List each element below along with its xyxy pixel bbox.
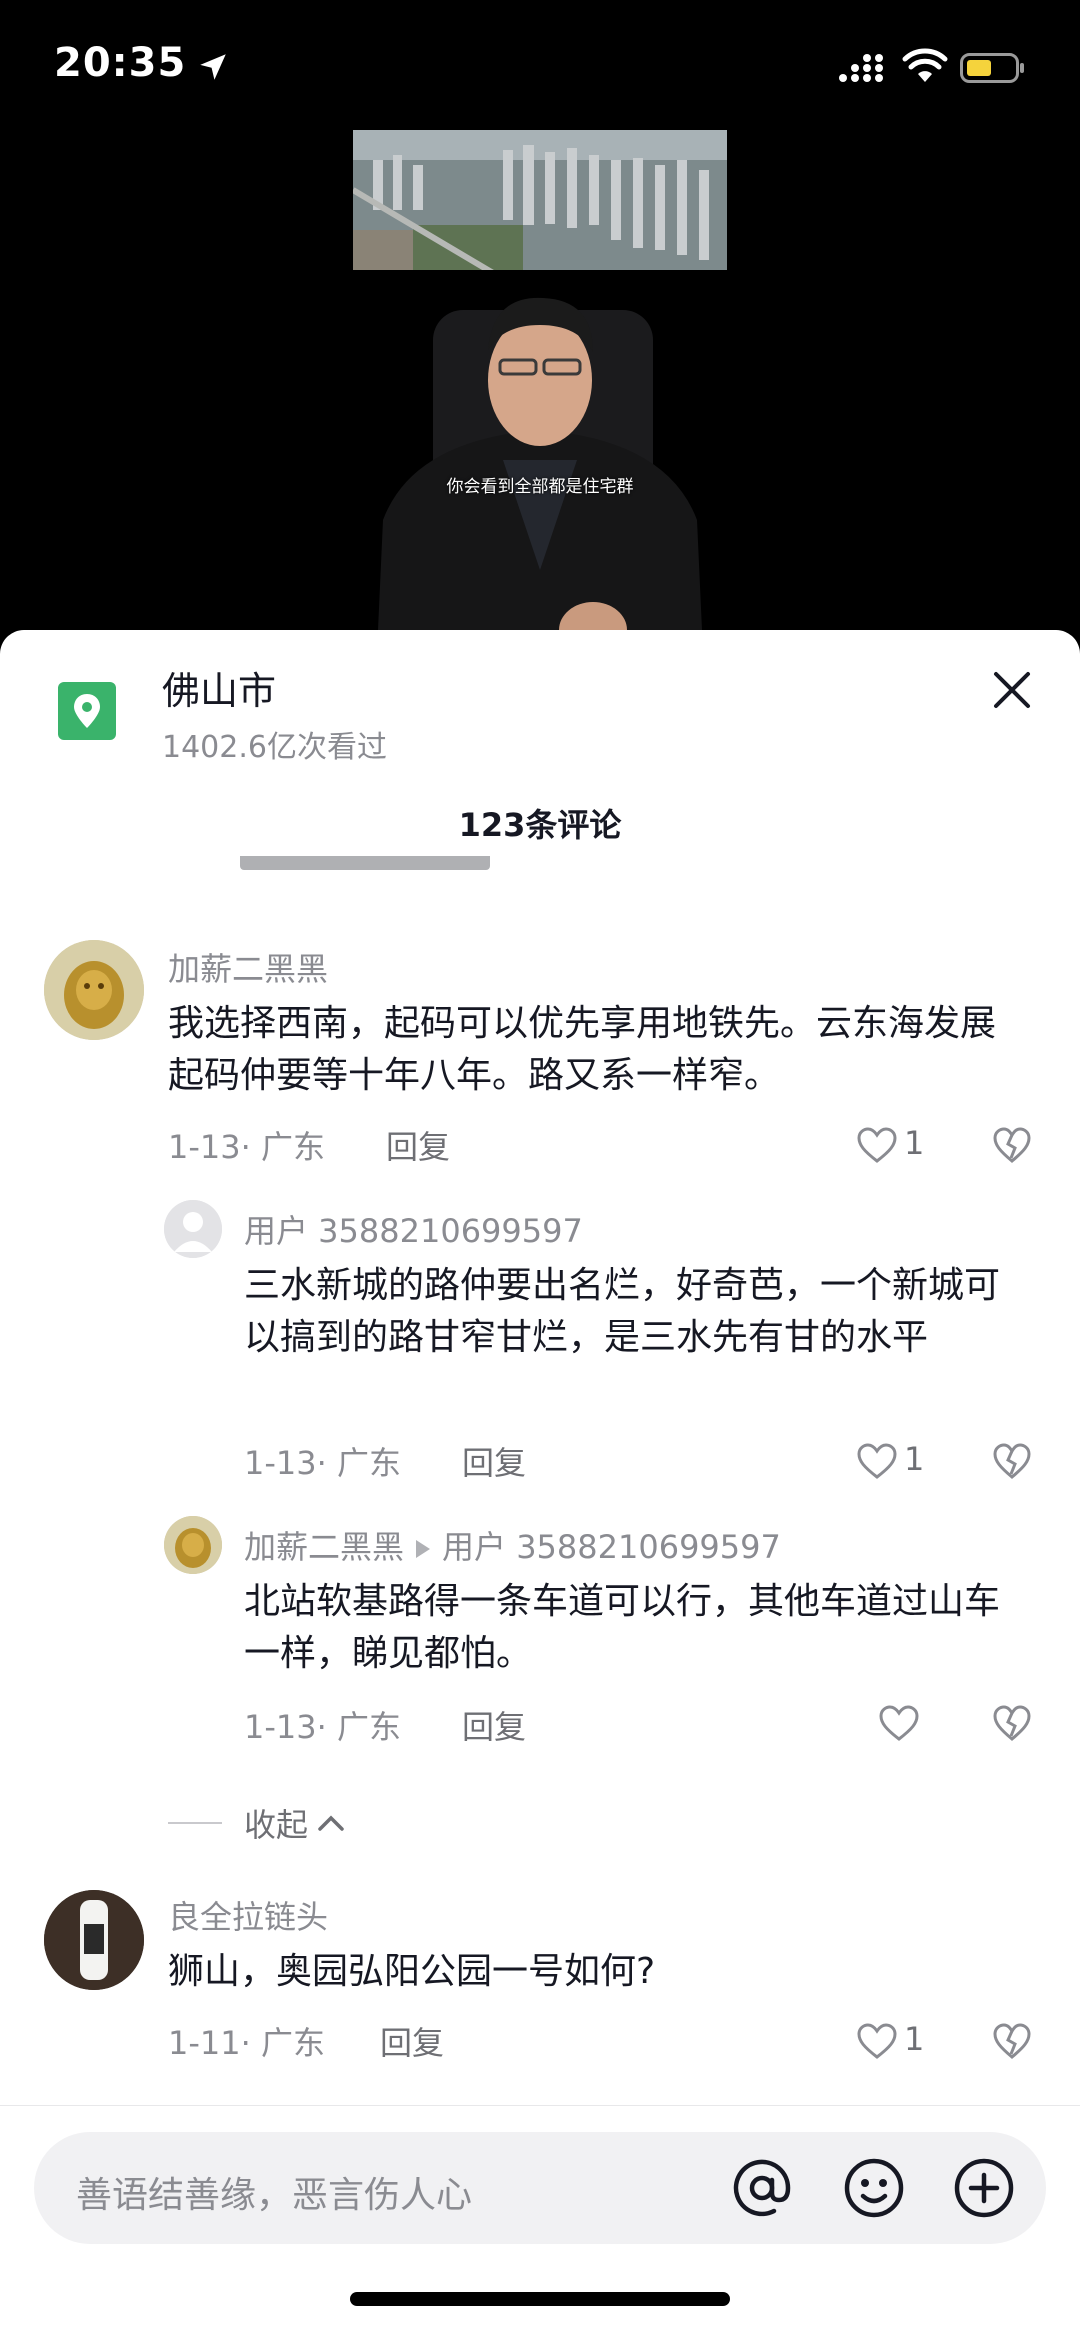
like-count: 1 (904, 1124, 925, 1162)
comment-input-placeholder: 善语结善缘，恶言伤人心 (76, 2175, 473, 2216)
wifi-icon (902, 48, 948, 82)
comment-text[interactable]: 我选择西南，起码可以优先享用地铁先。云东海发展起码仲要等十年八年。路又系一样窄。 (168, 998, 1028, 1102)
reply-button[interactable]: 回复 (462, 1702, 526, 1748)
heart-like-icon[interactable] (856, 1442, 898, 1480)
avatar[interactable] (164, 1516, 222, 1574)
emoji-icon[interactable] (842, 2156, 906, 2220)
video-subtitle: 你会看到全部都是住宅群 (446, 477, 634, 497)
comment-username[interactable]: 加薪二黑黑 (244, 1528, 404, 1566)
comment-username[interactable]: 加薪二黑黑 (168, 944, 328, 990)
comment-date-location: 1-13· 广东 (244, 1444, 401, 1482)
like-count: 1 (904, 1440, 925, 1478)
comment-text[interactable]: 三水新城的路仲要出名烂，好奇芭，一个新城可以搞到的路甘窄甘烂，是三水先有甘的水平 (244, 1260, 1024, 1364)
avatar[interactable] (44, 1890, 144, 1990)
divider (168, 1822, 222, 1824)
heart-like-icon[interactable] (878, 1704, 920, 1742)
comment-count: 123条评论 (458, 806, 622, 844)
comment-input-bar: 善语结善缘，恶言伤人心 (0, 2105, 1080, 2337)
comment-username[interactable]: 用户 3588210699597 (244, 1206, 583, 1252)
add-plus-icon[interactable] (952, 2156, 1016, 2220)
comment-input[interactable]: 善语结善缘，恶言伤人心 (34, 2132, 1046, 2244)
reply-arrow-icon (416, 1540, 431, 1558)
location-arrow-icon (200, 54, 226, 80)
like-count: 1 (904, 2020, 925, 2058)
avatar[interactable] (164, 1200, 222, 1258)
heart-like-icon[interactable] (856, 1126, 898, 1164)
location-views: 1402.6亿次看过 (162, 730, 387, 765)
cellular-signal-icon (839, 54, 883, 82)
comments-sheet: 佛山市 1402.6亿次看过 123条评论 加薪二黑黑 我选择西南，起码可以优先… (0, 630, 1080, 2337)
comment-text[interactable]: 狮山，奥园弘阳公园一号如何? (168, 1946, 1028, 1998)
mention-at-icon[interactable] (730, 2156, 794, 2220)
collapse-replies-button[interactable]: 收起 (168, 1800, 346, 1846)
heart-like-icon[interactable] (856, 2022, 898, 2060)
comment-date-location: 1-11· 广东 (168, 2024, 325, 2062)
comment-text[interactable]: 北站软基路得一条车道可以行，其他车道过山车一样，睇见都怕。 (244, 1576, 1024, 1680)
bottle-avatar-icon (44, 1890, 144, 1990)
comment-username-with-reply-target: 加薪二黑黑 用户 3588210699597 (244, 1522, 781, 1568)
home-indicator[interactable] (350, 2292, 730, 2306)
reply-button[interactable]: 回复 (386, 1122, 450, 1168)
reply-target-username[interactable]: 用户 3588210699597 (442, 1528, 781, 1566)
lion-statue-avatar-icon (164, 1516, 222, 1574)
chevron-up-icon (318, 1815, 344, 1831)
default-user-avatar-icon (164, 1200, 222, 1258)
comment-username[interactable]: 良全拉链头 (168, 1892, 328, 1938)
battery-icon (960, 53, 1024, 83)
status-time: 20:35 (54, 40, 187, 86)
avatar[interactable] (44, 940, 144, 1040)
comment-date-location: 1-13· 广东 (244, 1708, 401, 1746)
city-aerial-image (353, 130, 727, 273)
heart-dislike-icon[interactable] (992, 1126, 1032, 1164)
collapse-label: 收起 (244, 1806, 309, 1844)
lion-statue-avatar-icon (44, 940, 144, 1040)
clipped-expand-replies-row[interactable] (240, 856, 490, 870)
comment-date-location: 1-13· 广东 (168, 1128, 325, 1166)
reply-button[interactable]: 回复 (380, 2018, 444, 2064)
location-name[interactable]: 佛山市 (162, 660, 276, 715)
heart-dislike-icon[interactable] (992, 1704, 1032, 1742)
heart-dislike-icon[interactable] (992, 2022, 1032, 2060)
video-player[interactable]: 你会看到全部都是住宅群 (0, 110, 1080, 740)
heart-dislike-icon[interactable] (992, 1442, 1032, 1480)
reply-button[interactable]: 回复 (462, 1438, 526, 1484)
close-icon[interactable] (990, 668, 1034, 712)
map-pin-icon[interactable] (58, 682, 116, 740)
